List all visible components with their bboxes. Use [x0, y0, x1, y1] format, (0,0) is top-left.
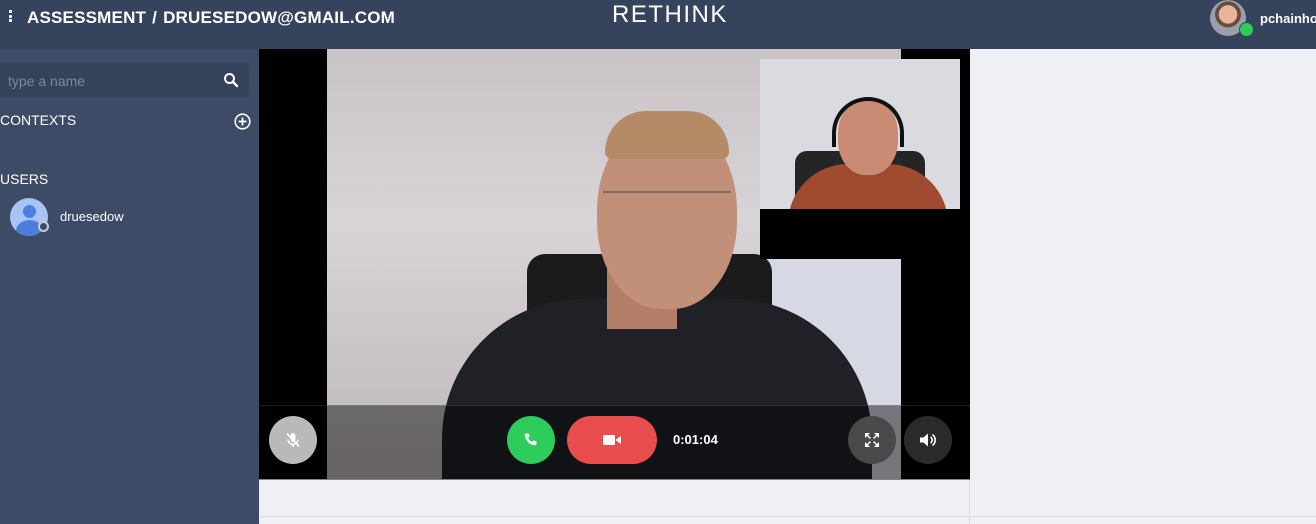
fullscreen-button[interactable]	[848, 416, 896, 464]
volume-button[interactable]	[904, 416, 952, 464]
breadcrumb-context[interactable]: DRUESEDOW@GMAIL.COM	[163, 8, 395, 27]
mute-microphone-button[interactable]	[269, 416, 317, 464]
user-name: druesedow	[60, 209, 124, 224]
call-button[interactable]	[507, 416, 555, 464]
menu-icon[interactable]	[9, 10, 13, 22]
user-status-indicator	[38, 221, 49, 232]
user-list-item[interactable]: druesedow	[0, 197, 259, 239]
phone-icon	[524, 433, 537, 446]
current-user-name[interactable]: pchainho	[1260, 11, 1316, 26]
search-box	[0, 63, 249, 97]
add-context-icon[interactable]	[234, 113, 251, 130]
toggle-video-button[interactable]	[567, 416, 657, 464]
call-controls: 0:01:04	[259, 405, 970, 480]
call-timer: 0:01:04	[673, 432, 718, 447]
top-bar: ASSESSMENT / DRUESEDOW@GMAIL.COM RETHINK p…	[0, 0, 1316, 49]
users-label: USERS	[0, 171, 49, 187]
current-user-status-indicator	[1239, 22, 1254, 37]
breadcrumb-section[interactable]: ASSESSMENT	[27, 8, 146, 27]
video-camera-icon	[603, 435, 621, 445]
contexts-label: CONTEXTS	[0, 112, 77, 128]
video-call-panel: 0:01:04	[259, 49, 970, 480]
breadcrumb-separator: /	[152, 8, 158, 27]
local-video-preview	[760, 59, 960, 209]
search-icon[interactable]	[223, 72, 239, 88]
breadcrumb: ASSESSMENT / DRUESEDOW@GMAIL.COM	[27, 8, 395, 28]
volume-icon	[920, 433, 936, 447]
sidebar: CONTEXTS USERS druesedow	[0, 49, 259, 524]
fullscreen-icon	[865, 433, 879, 447]
rethink-logo: RETHINK	[612, 1, 728, 28]
mic-off-icon	[286, 432, 300, 448]
search-input[interactable]	[6, 70, 210, 92]
